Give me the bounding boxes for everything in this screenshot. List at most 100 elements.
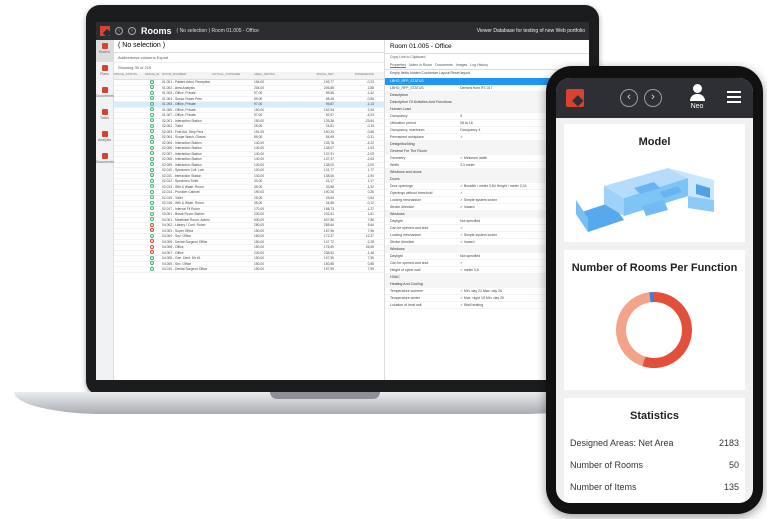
- room-gross: 35,00: [254, 184, 263, 189]
- status-icon: [142, 233, 162, 239]
- property-value[interactable]: Occupancy 4: [460, 128, 480, 132]
- col-header[interactable]: SPACE_ID: [142, 72, 162, 79]
- status-icon: [142, 156, 162, 162]
- left-nav: Rooms Plans Documents Tasks Analysis Doc…: [96, 40, 114, 380]
- property-value[interactable]: ✓: [460, 191, 463, 195]
- rooms-donut-chart[interactable]: [564, 274, 745, 384]
- col-header[interactable]: SPACE_NET: [294, 72, 334, 79]
- donut-slice-0[interactable]: [642, 292, 692, 369]
- property-value[interactable]: ✓ Inward: [460, 205, 474, 209]
- property-value[interactable]: ✓: [460, 226, 463, 230]
- tab-log-history[interactable]: Log History: [470, 63, 488, 68]
- building-model-3d[interactable]: [564, 148, 745, 238]
- nav-item-tasks[interactable]: Tasks: [96, 106, 113, 128]
- tab-images[interactable]: Images: [456, 63, 467, 68]
- property-value[interactable]: ✓ Inward: [460, 240, 474, 244]
- section-label: Human Load: [390, 107, 411, 111]
- property-value[interactable]: 3: [460, 114, 462, 118]
- top-right-info[interactable]: Viewer Database for testing of new Web p…: [477, 28, 585, 34]
- col-header[interactable]: AREA_GROSS: [254, 72, 294, 79]
- stat-row: Designed Areas: Net Area 2183: [564, 432, 745, 454]
- room-diff: -0,55: [366, 96, 374, 101]
- section-label: Heating And Cooling: [390, 282, 423, 286]
- stat-value: 50: [728, 460, 739, 470]
- room-gross: 204,00: [254, 85, 265, 90]
- room-gross: 140,00: [254, 151, 265, 156]
- room-name: 04.002 - Library / Conf. Room: [162, 223, 206, 228]
- property-value[interactable]: ✓ meter 0,6: [460, 268, 479, 272]
- forward-icon[interactable]: ›: [644, 89, 662, 107]
- property-value[interactable]: Not specified: [460, 254, 480, 258]
- table-row[interactable]: 04.010 - Dental Surgeon Office 150,00 15…: [114, 266, 384, 273]
- property-value[interactable]: ✓ Minimum width: [460, 156, 487, 160]
- stat-row: Number of Rooms 50: [564, 454, 745, 476]
- nav-item-documents[interactable]: Documents: [96, 84, 114, 106]
- col-header[interactable]: SPACE_STATUS: [114, 72, 142, 79]
- status-icon: [142, 112, 162, 118]
- col-header[interactable]: ACTUAL_TOPDAME: [212, 72, 254, 79]
- room-diff: -0,31: [366, 135, 374, 140]
- room-gross: 170,00: [254, 206, 265, 211]
- room-diff: 0,26: [367, 190, 374, 195]
- tasks-icon: [101, 109, 108, 115]
- tab-notes[interactable]: Notes in Room: [409, 63, 432, 68]
- property-key: Stroke direction: [390, 205, 415, 209]
- property-value[interactable]: 08 to 16: [460, 121, 473, 125]
- nav-item-rooms[interactable]: Rooms: [96, 40, 113, 62]
- col-header[interactable]: ROOM_NUMBER: [162, 72, 212, 79]
- status-icon: [142, 239, 162, 244]
- property-value[interactable]: ✓ Simple system locker: [460, 233, 497, 237]
- room-gross: 150,00: [254, 245, 265, 250]
- back-icon[interactable]: ‹: [620, 89, 638, 107]
- status-icon: [142, 266, 162, 272]
- room-net: 92,97: [325, 113, 334, 118]
- property-value[interactable]: 3,3 meter: [460, 163, 475, 167]
- status-icon: [142, 85, 162, 90]
- nav-item-plans[interactable]: Plans: [96, 62, 113, 84]
- room-gross: 140,00: [254, 157, 265, 162]
- donut-slice-1[interactable]: [616, 292, 651, 367]
- app-logo[interactable]: [100, 26, 110, 36]
- nav-item-analysis[interactable]: Analysis: [96, 128, 113, 150]
- hamburger-menu-icon[interactable]: [727, 91, 741, 106]
- property-value[interactable]: Derived from RT-017: [460, 86, 492, 90]
- property-value[interactable]: ✓ Max. night 15 Min. day 20: [460, 296, 504, 300]
- property-value[interactable]: ✓ Breadth / meter 0,84 Height / meter 2,…: [460, 184, 527, 188]
- property-key: Occupancy, maximum: [390, 128, 425, 132]
- property-value[interactable]: Not specified: [460, 219, 480, 223]
- forward-icon[interactable]: ›: [128, 27, 136, 35]
- room-diff: 7,59: [367, 256, 374, 261]
- property-value[interactable]: ✓: [460, 261, 463, 265]
- room-name: 02.004 - Scope Wash, Gloves: [162, 135, 206, 140]
- copy-link-button[interactable]: Copy Link to Clipboard: [385, 54, 589, 62]
- property-value[interactable]: ✓: [460, 135, 463, 139]
- stat-label: Number of Items: [570, 482, 637, 492]
- room-net: 172,37: [323, 234, 334, 239]
- status-icon: [142, 250, 162, 255]
- status-icon: [142, 79, 162, 85]
- status-icon: [142, 107, 162, 112]
- room-diff: 0,88: [367, 261, 374, 266]
- room-diff: -1,32: [366, 184, 374, 189]
- col-header[interactable]: DIFFERENCE: [334, 72, 374, 79]
- room-name: 01.005 - Office, Private: [162, 102, 196, 107]
- section-label: Doors: [390, 177, 400, 181]
- tab-properties[interactable]: Properties: [390, 63, 406, 68]
- tab-documents[interactable]: Documents: [435, 63, 453, 68]
- section-label: HVAC: [390, 275, 400, 279]
- room-net: 168,73: [323, 206, 334, 211]
- room-gross: 150,00: [254, 267, 265, 272]
- room-net: 138,06: [323, 173, 334, 178]
- property-value[interactable]: ✓ Min. day 21 Max. day 26: [460, 289, 502, 293]
- property-key: Permanent workplace: [390, 135, 424, 139]
- app-logo[interactable]: [566, 89, 584, 107]
- property-value[interactable]: ✓ Simple system locker: [460, 198, 497, 202]
- status-icon: [142, 261, 162, 266]
- nav-item-documents-2[interactable]: Documents: [96, 150, 114, 172]
- room-gross: 160,00: [254, 234, 265, 239]
- back-icon[interactable]: ‹: [115, 27, 123, 35]
- list-toolbar[interactable]: Add/remove columns Export: [114, 53, 384, 63]
- user-menu[interactable]: Neo: [684, 82, 710, 110]
- property-value[interactable]: ✓ Wall heating: [460, 303, 483, 307]
- laptop-notch: [270, 392, 380, 399]
